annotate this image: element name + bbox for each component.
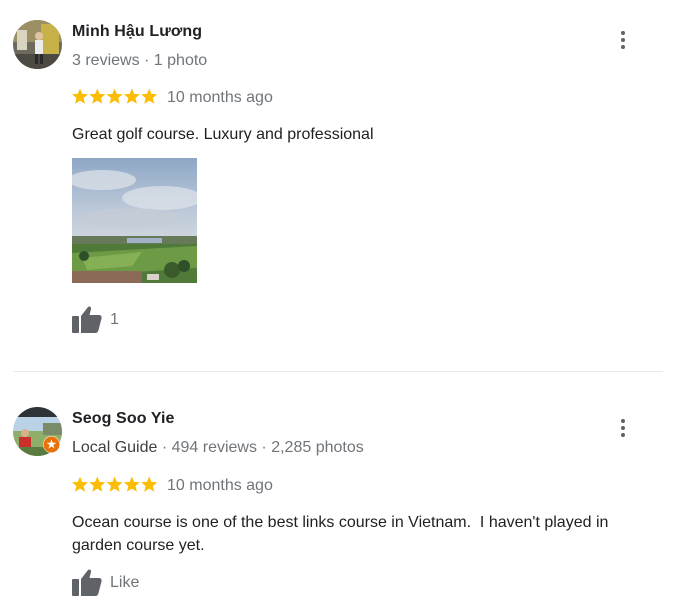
more-options-button[interactable] xyxy=(611,416,635,440)
reviewer-counts: · 494 reviews · 2,285 photos xyxy=(157,439,364,456)
reviewer-name[interactable]: Minh Hậu Lương xyxy=(72,23,202,41)
more-vert-icon xyxy=(621,419,625,437)
reviewer-stats: 3 reviews · 1 photo xyxy=(72,52,208,69)
star-rating xyxy=(72,88,158,106)
reviewer-stats: Local Guide · 494 reviews · 2,285 photos xyxy=(72,439,364,457)
reviewer-avatar[interactable] xyxy=(13,20,62,69)
reviewer-name[interactable]: Seog Soo Yie xyxy=(72,410,175,428)
like-label: Like xyxy=(110,574,140,591)
local-guide-label: Local Guide xyxy=(72,439,158,456)
star-icon xyxy=(72,476,158,492)
star-icon xyxy=(72,88,158,104)
review-text: Ocean course is one of the best links co… xyxy=(72,514,613,554)
review-date: 10 months ago xyxy=(167,477,273,494)
thumbs-up-icon xyxy=(72,568,102,596)
review-card: Minh Hậu Lương 3 reviews · 1 photo 10 mo… xyxy=(0,0,677,370)
more-vert-icon xyxy=(621,31,625,49)
review-photo[interactable] xyxy=(72,158,197,283)
like-count: 1 xyxy=(110,311,119,328)
more-options-button[interactable] xyxy=(611,28,635,52)
review-date: 10 months ago xyxy=(167,89,273,106)
star-rating xyxy=(72,476,158,494)
review-card: Seog Soo Yie Local Guide · 494 reviews ·… xyxy=(0,372,677,613)
review-text: Great golf course. Luxury and profession… xyxy=(72,126,374,143)
thumbs-up-icon xyxy=(72,305,102,333)
local-guide-badge-icon xyxy=(43,436,60,453)
